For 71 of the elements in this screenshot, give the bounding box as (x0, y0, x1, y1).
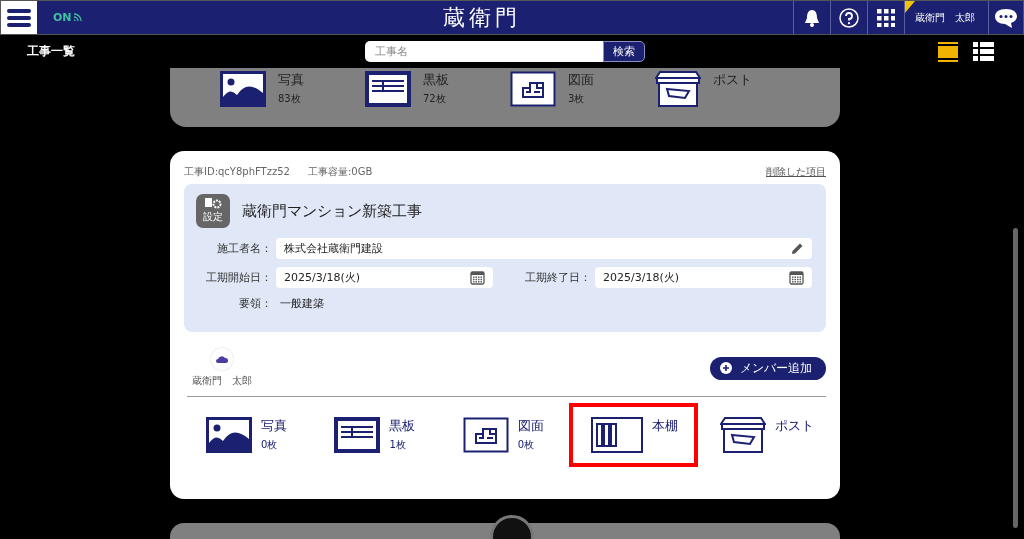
signal-icon (72, 13, 82, 22)
tile[interactable]: 図面 3枚 (510, 71, 655, 107)
field-label: 施工者名： (216, 241, 272, 256)
corner-marker (905, 1, 915, 13)
pencil-icon[interactable] (791, 242, 804, 255)
project-capacity: 工事容量:0GB (307, 164, 373, 179)
tile[interactable]: 黒板 72枚 (365, 71, 510, 107)
tile[interactable]: ポスト (655, 71, 800, 107)
tile-label: ポスト (713, 71, 752, 89)
picture-icon (206, 417, 252, 453)
bell-icon[interactable] (804, 8, 820, 27)
app-grid-icon[interactable] (877, 8, 895, 27)
bookshelf-icon (591, 417, 644, 453)
tile[interactable]: 図面 0枚 (440, 403, 570, 467)
deleted-items-link[interactable]: 削除した項目 (766, 164, 826, 179)
tile[interactable]: 黒板 1枚 (312, 403, 441, 467)
tile-count: 3枚 (568, 92, 586, 106)
tile-count: 72枚 (423, 92, 447, 106)
tile[interactable]: 写真 83枚 (220, 71, 365, 107)
tile-label: 図面 (517, 417, 544, 435)
user-name[interactable]: 蔵衛門 太郎 (915, 10, 975, 25)
text-field[interactable]: 株式会社蔵衛門建設 (276, 238, 812, 259)
page-title: 工事一覧 (27, 43, 76, 60)
tile-count: 0枚 (517, 438, 536, 452)
tile[interactable]: ポスト (697, 403, 827, 467)
settings-icon (204, 198, 222, 209)
menu-icon (7, 7, 31, 28)
member-name: 蔵衛門 太郎 (192, 374, 252, 388)
tile-label: 写真 (278, 71, 304, 89)
plus-icon (720, 362, 732, 374)
tile-label: 本棚 (652, 417, 679, 435)
date-field[interactable]: 2025/3/18(火) (276, 267, 493, 288)
project-title: 蔵衛門マンション新築工事 (242, 201, 422, 221)
tile-count: 83枚 (278, 92, 302, 106)
field-label: 工期終了日： (524, 270, 591, 285)
online-status: ON (53, 11, 72, 24)
post-box-icon (719, 417, 766, 453)
scrollbar[interactable] (1013, 228, 1018, 528)
board-icon (365, 71, 411, 107)
tile-label: 図面 (568, 71, 594, 89)
floor-plan-icon (462, 417, 509, 453)
tile-count: 1枚 (389, 438, 407, 452)
settings-button[interactable]: 設定 (196, 194, 230, 228)
tile-label: 写真 (261, 417, 287, 435)
chat-icon[interactable] (994, 6, 1018, 29)
tile-label: 黒板 (389, 417, 416, 435)
tile-label: ポスト (774, 417, 814, 435)
field-value: 一般建築 (279, 296, 324, 311)
floor-plan-icon (510, 71, 556, 107)
tile[interactable]: 写真 0枚 (184, 403, 313, 467)
list-view-icon[interactable] (973, 41, 994, 62)
field-label: 要領： (238, 296, 272, 311)
tile-count: 0枚 (261, 438, 279, 452)
tile[interactable]: 本棚 (569, 403, 698, 467)
calendar-icon[interactable] (470, 270, 485, 285)
date-field[interactable]: 2025/3/18(火) (595, 267, 812, 288)
project-id: 工事ID:qcY8phFTzz52 (184, 164, 290, 179)
cloud-icon (216, 355, 228, 363)
card-view-icon[interactable] (938, 41, 959, 62)
menu-button[interactable] (1, 1, 37, 34)
search-button[interactable]: 検索 (603, 41, 645, 62)
help-icon[interactable] (839, 7, 859, 28)
post-box-icon (655, 71, 701, 107)
tile-label: 黒板 (423, 71, 449, 89)
add-member-button[interactable]: メンバー追加 (710, 356, 826, 380)
picture-icon (220, 71, 266, 107)
logo: 蔵衛門 (443, 3, 522, 32)
field-label: 工期開始日： (205, 270, 272, 285)
search-field[interactable]: 工事名 (365, 41, 603, 62)
calendar-icon[interactable] (789, 270, 804, 285)
board-icon (334, 417, 381, 453)
